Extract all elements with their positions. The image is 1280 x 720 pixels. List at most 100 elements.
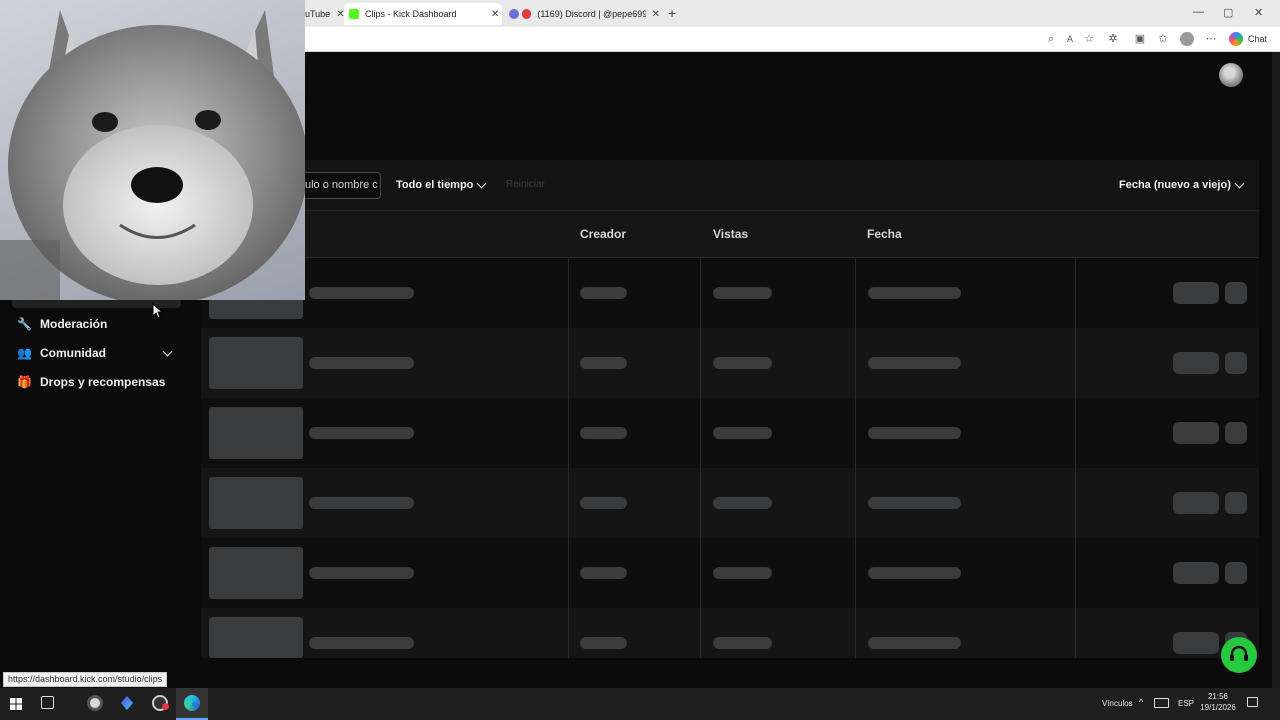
copilot-icon[interactable] bbox=[1229, 32, 1243, 46]
action-button-placeholder bbox=[1173, 422, 1219, 444]
gift-icon: 🎁 bbox=[17, 374, 32, 389]
windows-start-icon[interactable] bbox=[10, 698, 22, 710]
column-header-views[interactable]: Vistas bbox=[713, 227, 748, 241]
help-chat-button[interactable] bbox=[1221, 637, 1257, 673]
title-placeholder bbox=[309, 287, 414, 299]
action-button-placeholder bbox=[1173, 352, 1219, 374]
more-menu-icon[interactable]: ⋯ bbox=[1204, 32, 1218, 46]
sidebar-item-community[interactable]: 👥 Comunidad bbox=[17, 346, 106, 360]
sidebar-item-label: Moderación bbox=[40, 317, 108, 331]
tray-expand-icon[interactable]: ^ bbox=[1139, 697, 1143, 707]
title-placeholder bbox=[309, 567, 414, 579]
menu-button-placeholder bbox=[1225, 562, 1247, 584]
views-placeholder bbox=[713, 287, 772, 299]
maximize-button[interactable]: ▢ bbox=[1223, 6, 1233, 19]
extensions-icon[interactable]: ✲ bbox=[1106, 32, 1120, 46]
profile-avatar-icon[interactable] bbox=[1180, 32, 1194, 46]
zoom-icon[interactable]: ⌕ bbox=[1044, 32, 1058, 46]
column-header-date[interactable]: Fecha bbox=[867, 227, 902, 241]
time-filter-dropdown[interactable]: Todo el tiempo bbox=[396, 178, 487, 191]
sidebar-item-drops[interactable]: 🎁 Drops y recompensas bbox=[17, 375, 165, 389]
obs-icon[interactable] bbox=[87, 695, 103, 711]
chevron-down-icon[interactable] bbox=[162, 346, 173, 357]
column-header-creator[interactable]: Creador bbox=[580, 227, 626, 241]
title-placeholder bbox=[309, 427, 414, 439]
sort-label: Fecha (nuevo a viejo) bbox=[1119, 179, 1231, 191]
minimize-button[interactable]: — bbox=[1193, 6, 1204, 18]
favorite-star-icon[interactable]: ☆ bbox=[1082, 32, 1096, 46]
tab-discord[interactable]: (1169) Discord | @pepe699 ✕ bbox=[505, 3, 660, 25]
recording-dot-icon bbox=[162, 703, 169, 710]
sidebar-item-moderation[interactable]: 🔧 Moderación bbox=[17, 317, 107, 331]
views-placeholder bbox=[713, 637, 772, 649]
page-scrollbar[interactable] bbox=[1272, 52, 1280, 688]
tab-clips-label: Clips - Kick Dashboard bbox=[365, 9, 457, 19]
menu-button-placeholder bbox=[1225, 282, 1247, 304]
creator-placeholder bbox=[580, 357, 627, 369]
split-screen-icon[interactable]: ▣ bbox=[1133, 32, 1147, 46]
column-divider bbox=[855, 258, 856, 658]
new-tab-button[interactable]: + bbox=[668, 5, 676, 21]
action-button-placeholder bbox=[1173, 632, 1219, 654]
kick-favicon-icon bbox=[349, 9, 359, 19]
headset-icon bbox=[1230, 645, 1248, 661]
keyboard-icon[interactable] bbox=[1154, 698, 1169, 708]
links-toolbar-label[interactable]: Vínculos bbox=[1102, 699, 1133, 708]
status-url-tooltip: https://dashboard.kick.com/studio/clips bbox=[3, 672, 168, 687]
tab-youtube[interactable]: uTube ✕ bbox=[305, 3, 345, 25]
edge-browser-icon[interactable] bbox=[184, 695, 200, 711]
column-divider bbox=[1075, 258, 1076, 658]
close-window-button[interactable]: ✕ bbox=[1254, 6, 1263, 19]
date-placeholder bbox=[868, 567, 961, 579]
date-placeholder bbox=[868, 497, 961, 509]
clip-thumbnail-placeholder bbox=[209, 407, 303, 459]
creator-placeholder bbox=[580, 287, 627, 299]
sidebar-item-label: Comunidad bbox=[40, 346, 106, 360]
sort-dropdown[interactable]: Fecha (nuevo a viejo) bbox=[1119, 178, 1245, 191]
column-divider bbox=[700, 258, 701, 658]
column-divider bbox=[568, 258, 569, 658]
menu-button-placeholder bbox=[1225, 352, 1247, 374]
wrench-icon: 🔧 bbox=[17, 316, 32, 331]
search-input[interactable]: ulo o nombre c bbox=[300, 172, 381, 199]
clip-thumbnail-placeholder bbox=[209, 547, 303, 599]
date-placeholder bbox=[868, 427, 961, 439]
language-indicator[interactable]: ESP bbox=[1178, 699, 1194, 708]
recording-indicator-icon bbox=[521, 9, 532, 19]
notifications-icon[interactable] bbox=[1247, 697, 1258, 707]
creator-placeholder bbox=[580, 497, 627, 509]
menu-button-placeholder bbox=[1225, 422, 1247, 444]
views-placeholder bbox=[713, 497, 772, 509]
tab-youtube-label: uTube bbox=[305, 9, 331, 19]
task-view-icon[interactable] bbox=[41, 696, 54, 709]
reset-filters-button[interactable]: Reiniciar bbox=[506, 179, 545, 190]
read-aloud-icon[interactable]: A bbox=[1063, 32, 1077, 46]
title-placeholder bbox=[309, 637, 414, 649]
discord-favicon-icon bbox=[509, 9, 519, 19]
favorites-icon[interactable]: ✩ bbox=[1156, 32, 1170, 46]
creator-placeholder bbox=[580, 637, 627, 649]
chevron-down-icon bbox=[476, 178, 487, 188]
tab-clips-kick[interactable]: Clips - Kick Dashboard ✕ bbox=[344, 3, 502, 25]
users-icon: 👥 bbox=[17, 345, 32, 360]
action-button-placeholder bbox=[1173, 492, 1219, 514]
date-placeholder bbox=[868, 357, 961, 369]
clip-thumbnail-placeholder bbox=[209, 337, 303, 389]
chat-label[interactable]: Chat bbox=[1248, 34, 1267, 44]
system-clock[interactable]: 21:56 19/1/2026 bbox=[1198, 691, 1238, 713]
tab-discord-close-icon[interactable]: ✕ bbox=[652, 9, 660, 20]
webcam-overlay-wolf bbox=[0, 0, 305, 300]
date-placeholder bbox=[868, 637, 961, 649]
title-placeholder bbox=[309, 357, 414, 369]
date-placeholder bbox=[868, 287, 961, 299]
user-avatar[interactable] bbox=[1219, 63, 1243, 87]
tab-clips-close-icon[interactable]: ✕ bbox=[491, 9, 499, 20]
tab-discord-label: (1169) Discord | @pepe699 bbox=[537, 9, 646, 19]
time-filter-label: Todo el tiempo bbox=[396, 179, 474, 191]
table-row[interactable] bbox=[201, 608, 1259, 658]
clip-thumbnail-placeholder bbox=[209, 477, 303, 529]
creator-placeholder bbox=[580, 567, 627, 579]
chevron-down-icon bbox=[1234, 178, 1245, 188]
creator-placeholder bbox=[580, 427, 627, 439]
clock-date: 19/1/2026 bbox=[1200, 703, 1236, 712]
